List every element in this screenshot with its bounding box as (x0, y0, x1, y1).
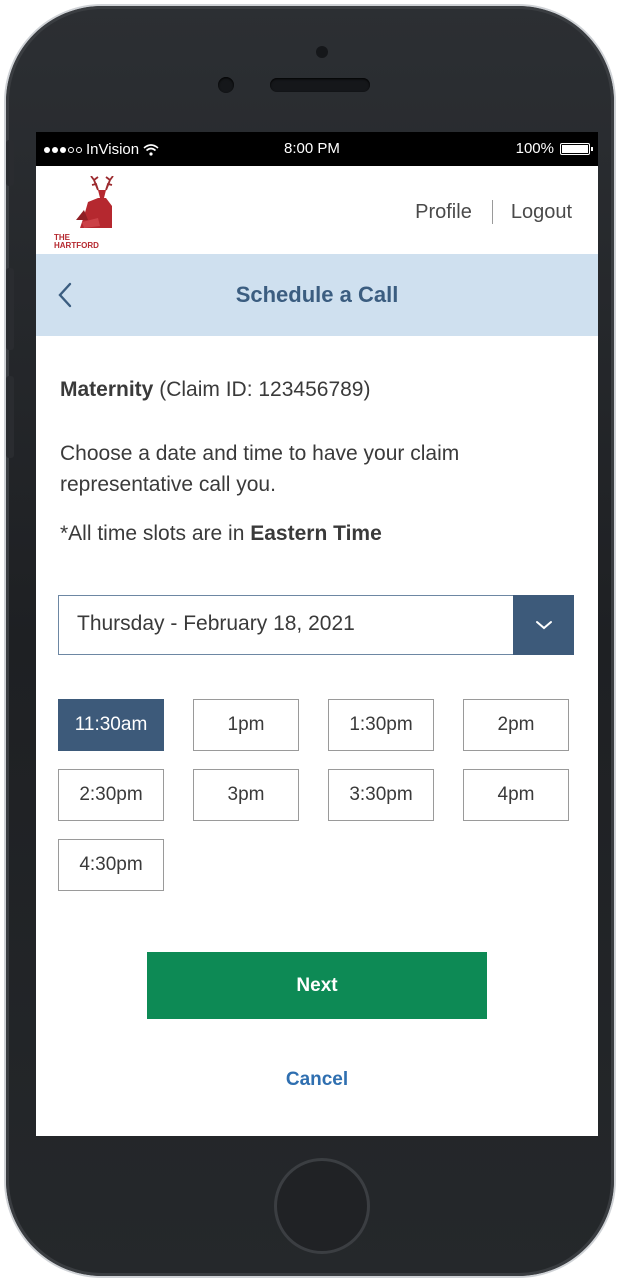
time-slot-button[interactable]: 3pm (193, 769, 299, 821)
mute-switch (6, 140, 14, 186)
time-slot-button[interactable]: 2:30pm (58, 769, 164, 821)
time-slot-button[interactable]: 2pm (463, 699, 569, 751)
logout-link[interactable]: Logout (511, 201, 572, 224)
signal-strength-icon (44, 146, 82, 153)
claim-id: (Claim ID: 123456789) (159, 378, 371, 401)
stag-logo-icon (76, 175, 114, 228)
proximity-sensor (316, 46, 328, 58)
earpiece-speaker (270, 78, 370, 92)
battery-icon (560, 142, 593, 155)
page: InVision 8:00 PM 100% THE HARTFORD Profi… (0, 0, 620, 1281)
status-bar: InVision 8:00 PM 100% (36, 132, 598, 166)
date-select[interactable]: Thursday - February 18, 2021 (58, 595, 574, 655)
chevron-down-icon (535, 621, 552, 630)
app-header: THE HARTFORD Profile Logout (36, 166, 598, 254)
status-time: 8:00 PM (284, 140, 340, 157)
timezone-note: *All time slots are in Eastern Time (60, 522, 382, 546)
date-select-toggle[interactable] (513, 595, 574, 655)
timezone-prefix: *All time slots are in (60, 522, 245, 545)
time-slot-button[interactable]: 4:30pm (58, 839, 164, 891)
timezone-name: Eastern Time (250, 522, 382, 545)
time-slot-button[interactable]: 11:30am (58, 699, 164, 751)
instructions-text: Choose a date and time to have your clai… (60, 442, 460, 496)
page-title: Schedule a Call (235, 282, 399, 307)
status-battery-group: 100% (515, 140, 593, 157)
header-divider (491, 200, 493, 224)
home-button[interactable] (274, 1158, 370, 1254)
time-slot-button[interactable]: 4pm (463, 769, 569, 821)
header-links: Profile Logout (415, 200, 572, 224)
claim-type: Maternity (60, 378, 154, 401)
profile-link[interactable]: Profile (415, 201, 472, 224)
front-camera-icon (218, 77, 234, 93)
wifi-icon (143, 143, 159, 156)
battery-percent: 100% (515, 140, 554, 157)
time-slot-button[interactable]: 1pm (193, 699, 299, 751)
carrier-name: InVision (86, 141, 140, 158)
time-slot-button[interactable]: 3:30pm (328, 769, 434, 821)
volume-down-button (6, 376, 14, 458)
date-select-value: Thursday - February 18, 2021 (77, 612, 355, 635)
time-slot-button[interactable]: 1:30pm (328, 699, 434, 751)
claim-summary: Maternity (Claim ID: 123456789) (60, 378, 370, 402)
phone-screen: InVision 8:00 PM 100% THE HARTFORD Profi… (36, 132, 598, 1136)
title-bar: Schedule a Call (36, 254, 598, 336)
logo-wordmark: THE HARTFORD (54, 233, 99, 250)
next-button[interactable]: Next (147, 952, 487, 1019)
hartford-logo[interactable]: THE HARTFORD (54, 175, 128, 252)
volume-up-button (6, 268, 14, 350)
battery-level (562, 144, 588, 153)
status-carrier-group: InVision (44, 141, 159, 158)
cancel-link[interactable]: Cancel (36, 1069, 598, 1091)
